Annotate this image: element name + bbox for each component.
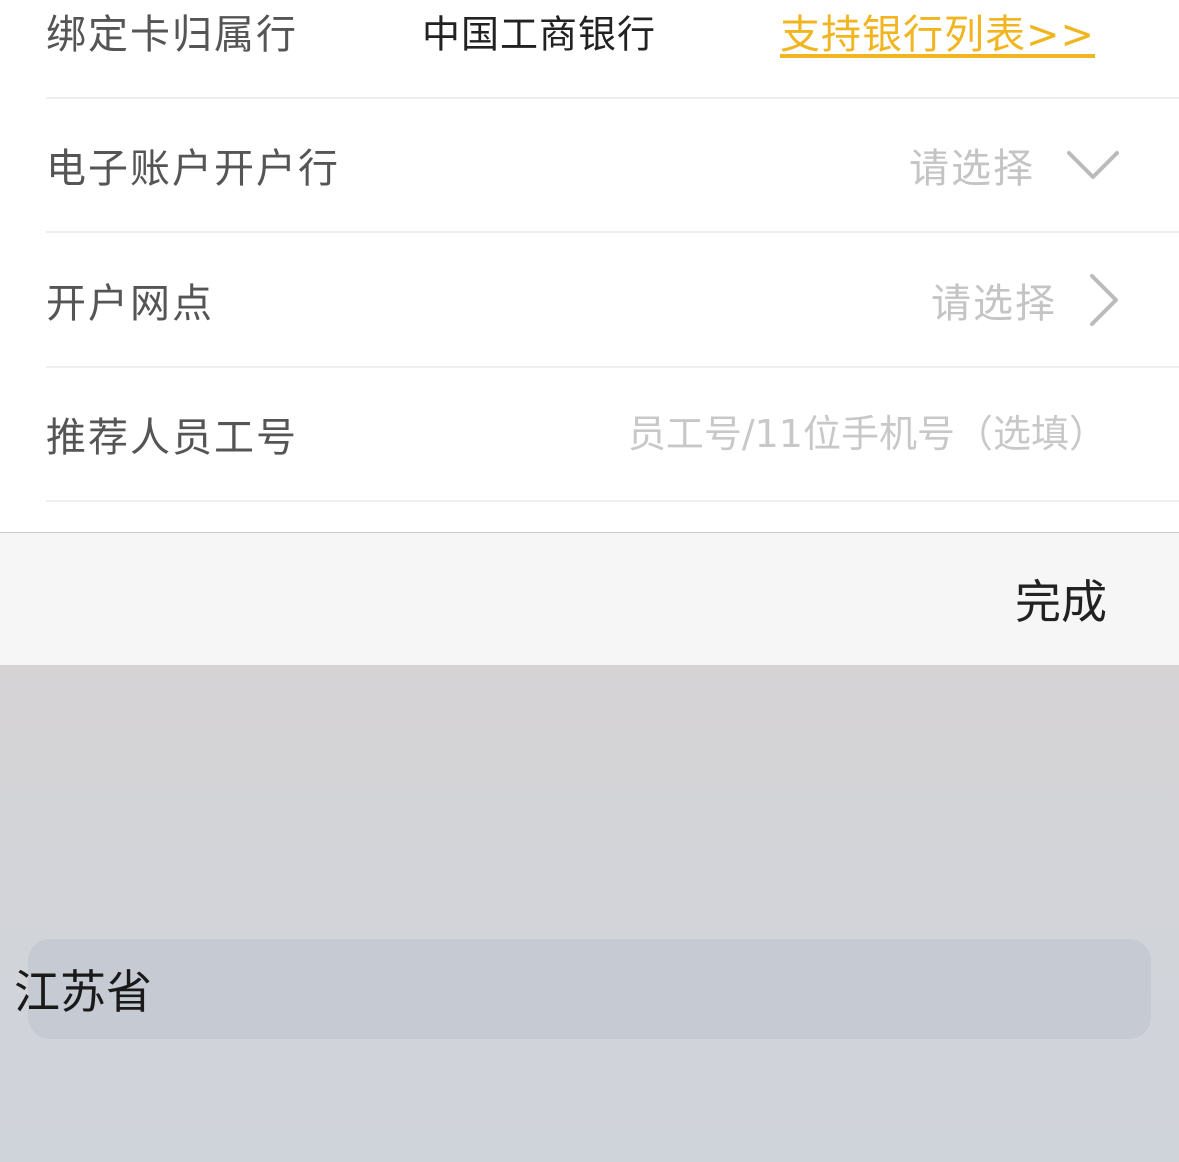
- province-picker: 完成 江苏省: [0, 532, 1179, 1162]
- branch-label: 开户网点: [46, 281, 214, 327]
- referrer-label: 推荐人员工号: [46, 415, 298, 461]
- e-account-bank-select[interactable]: 请选择: [909, 135, 1119, 195]
- e-account-bank-label: 电子账户开户行: [46, 146, 340, 192]
- e-account-bank-row[interactable]: 电子账户开户行 请选择: [46, 99, 1179, 233]
- referrer-id-input[interactable]: [467, 404, 1107, 464]
- done-button[interactable]: 完成: [1015, 566, 1107, 632]
- bound-card-bank-label: 绑定卡归属行: [46, 12, 298, 58]
- branch-placeholder: 请选择: [931, 281, 1057, 327]
- branch-select[interactable]: 请选择: [931, 270, 1119, 330]
- bound-card-bank-row: 绑定卡归属行 中国工商银行 支持银行列表>>: [46, 0, 1179, 99]
- picker-wheel[interactable]: 江苏省: [0, 665, 1179, 1162]
- bank-account-form: 绑定卡归属行 中国工商银行 支持银行列表>> 电子账户开户行 请选择 开户网点 …: [0, 0, 1179, 532]
- branch-row[interactable]: 开户网点 请选择: [46, 234, 1179, 368]
- supported-banks-link[interactable]: 支持银行列表>>: [780, 2, 1095, 60]
- bound-card-bank-value: 中国工商银行: [422, 12, 657, 57]
- picker-toolbar: 完成: [0, 533, 1179, 665]
- referrer-row: 推荐人员工号: [46, 368, 1179, 502]
- chevron-right-icon: [1090, 274, 1118, 326]
- e-account-bank-placeholder: 请选择: [909, 146, 1035, 192]
- picker-option-selected[interactable]: 江苏省: [14, 956, 152, 1022]
- chevron-down-icon: [1067, 151, 1119, 179]
- picker-selection-highlight: [28, 939, 1151, 1039]
